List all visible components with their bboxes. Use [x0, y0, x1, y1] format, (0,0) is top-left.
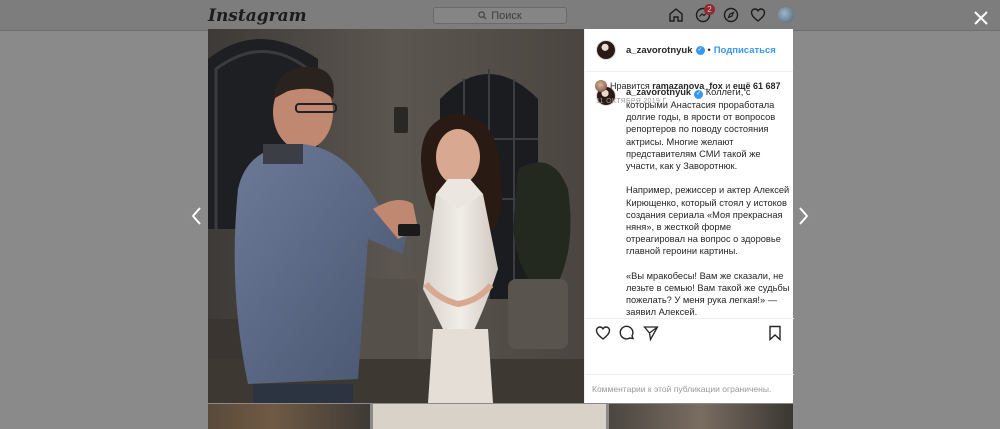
search-placeholder: Поиск	[491, 9, 522, 22]
avatar[interactable]	[596, 40, 616, 60]
caption-paragraph-3: «Вы мракобесы! Вам же сказали, не лезьте…	[626, 270, 790, 318]
likes-line: Нравится ramazanova_fox и ещё 61 687	[595, 80, 780, 92]
post-header: a_zavorotnyuk ✓ • Подписаться	[585, 29, 793, 72]
activity-heart-icon[interactable]	[749, 6, 767, 24]
grid-tile[interactable]	[373, 404, 606, 429]
likes-count[interactable]: ещё 61 687	[733, 81, 781, 91]
heart-icon[interactable]	[595, 325, 611, 341]
separator-dot: •	[707, 45, 711, 55]
post-actions	[585, 318, 794, 345]
post-username[interactable]: a_zavorotnyuk	[626, 45, 693, 56]
notification-badge: 2	[704, 4, 715, 15]
explore-icon[interactable]	[722, 6, 740, 24]
comments-disabled-notice: Комментарии к этой публикации ограничены…	[585, 374, 794, 403]
search-input[interactable]: Поиск	[433, 7, 567, 24]
comment-icon[interactable]	[619, 325, 635, 341]
chevron-left-icon[interactable]	[189, 206, 203, 226]
likes-joiner: и	[725, 81, 731, 91]
bookmark-icon[interactable]	[767, 325, 783, 341]
verified-badge-icon: ✓	[695, 45, 705, 55]
background-header: Instagram Поиск 2	[0, 0, 1000, 31]
home-icon[interactable]	[667, 6, 685, 24]
caption-text: a_zavorotnyuk ✓ Коллеги, с которыми Анаст…	[626, 86, 791, 331]
instagram-logo: Instagram	[208, 6, 307, 26]
post-photo[interactable]	[208, 29, 584, 403]
post-modal: a_zavorotnyuk ✓ • Подписаться a_zavorotn…	[208, 29, 794, 403]
paper-plane-icon[interactable]	[643, 325, 659, 341]
search-icon	[478, 11, 487, 20]
close-icon[interactable]	[970, 7, 992, 29]
follow-button[interactable]: Подписаться	[714, 45, 776, 56]
post-date[interactable]: 11 ОКТЯБРЯ 2019 Г.	[596, 98, 668, 105]
post-sidebar: a_zavorotnyuk ✓ • Подписаться a_zavorotn…	[584, 29, 794, 403]
liked-by-user[interactable]: ramazanova_fox	[652, 81, 723, 91]
chevron-right-icon[interactable]	[797, 206, 811, 226]
grid-tile[interactable]	[208, 404, 370, 429]
grid-tile[interactable]	[609, 404, 793, 429]
caption-paragraph-2: Например, режиссер и актер Алексей Кирющ…	[626, 185, 790, 257]
avatar[interactable]	[595, 80, 607, 92]
likes-prefix: Нравится	[610, 81, 650, 91]
post-photo-illustration	[208, 29, 584, 403]
profile-avatar[interactable]	[778, 7, 794, 23]
